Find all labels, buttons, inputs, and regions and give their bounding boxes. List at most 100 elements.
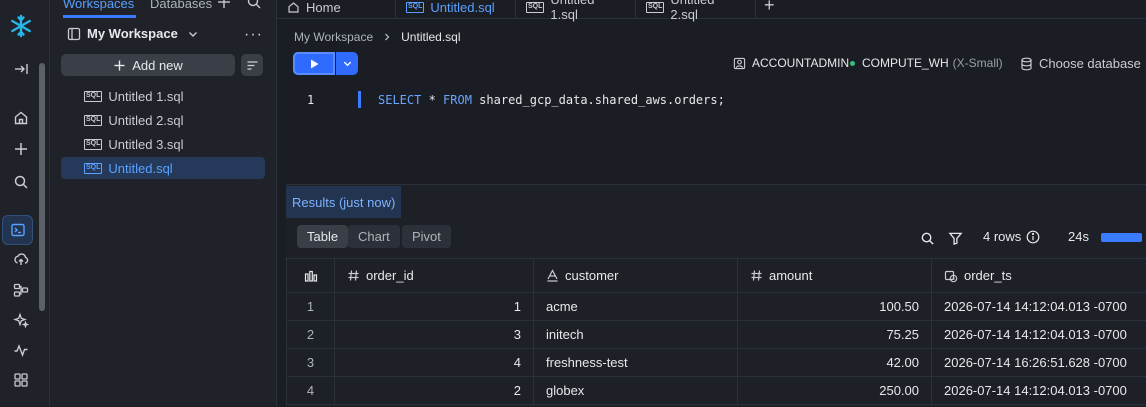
- row-index: 2: [287, 321, 335, 349]
- file-name: Untitled 2.sql: [108, 113, 183, 128]
- file-item-active[interactable]: SQL Untitled.sql: [61, 157, 265, 179]
- results-title-tab[interactable]: Results (just now): [286, 186, 401, 218]
- role-selector[interactable]: ACCOUNTADMIN: [733, 56, 849, 70]
- new-tab-plus-icon[interactable]: +: [764, 0, 775, 16]
- search-icon[interactable]: [8, 169, 34, 195]
- column-selector-header[interactable]: [287, 259, 335, 293]
- column-header-order-id[interactable]: order_id: [335, 259, 534, 293]
- query-duration-bar: [1101, 233, 1142, 242]
- view-tab-chart[interactable]: Chart: [348, 225, 400, 248]
- sql-file-icon: SQL: [84, 139, 102, 150]
- chevron-down-icon: [187, 28, 199, 40]
- file-name: Untitled.sql: [108, 161, 172, 176]
- cell-order-ts[interactable]: 2026-07-14 14:12:04.013 -0700: [932, 293, 1146, 321]
- run-button[interactable]: [293, 52, 335, 75]
- tab-untitled-sql[interactable]: SQL Untitled.sql: [396, 0, 516, 18]
- table-row[interactable]: 2 3 initech 75.25 2026-07-14 14:12:04.01…: [287, 321, 1146, 349]
- plus-icon[interactable]: [8, 136, 34, 162]
- cell-order-ts[interactable]: 2026-07-14 16:26:51.628 -0700: [932, 349, 1146, 377]
- breadcrumb: My Workspace Untitled.sql: [294, 30, 461, 44]
- cell-customer[interactable]: globex: [534, 377, 738, 405]
- ai-ml-icon[interactable]: [8, 307, 34, 333]
- add-new-button[interactable]: Add new: [61, 54, 235, 76]
- sort-lines-icon: [246, 59, 259, 72]
- column-header-customer[interactable]: customer: [534, 259, 738, 293]
- results-table: order_id customer: [286, 258, 1146, 405]
- cell-order-id[interactable]: 4: [335, 349, 534, 377]
- rail-scrollbar[interactable]: [39, 63, 45, 311]
- results-filter-icon[interactable]: [948, 231, 963, 246]
- breadcrumb-workspace[interactable]: My Workspace: [294, 30, 373, 44]
- cell-order-id[interactable]: 1: [335, 293, 534, 321]
- editor-tab-bar: Home SQL Untitled.sql SQL Untitled 1.sql…: [277, 0, 1146, 19]
- panel-search-icon[interactable]: [246, 0, 262, 10]
- row-count: 4 rows: [983, 229, 1040, 244]
- column-header-order-ts[interactable]: order_ts: [932, 259, 1146, 293]
- cell-customer[interactable]: acme: [534, 293, 738, 321]
- tab-label: Untitled 2.sql: [670, 0, 745, 22]
- run-options-button[interactable]: [336, 52, 358, 75]
- data-products-icon[interactable]: [8, 277, 34, 303]
- cell-order-id[interactable]: 2: [335, 377, 534, 405]
- cell-amount[interactable]: 42.00: [738, 349, 932, 377]
- view-tab-table[interactable]: Table: [297, 225, 348, 248]
- table-row[interactable]: 3 4 freshness-test 42.00 2026-07-14 16:2…: [287, 349, 1146, 377]
- cell-order-ts[interactable]: 2026-07-14 14:12:04.013 -0700: [932, 321, 1146, 349]
- cell-customer[interactable]: initech: [534, 321, 738, 349]
- more-options-button[interactable]: ···: [244, 26, 263, 44]
- file-name: Untitled 1.sql: [108, 89, 183, 104]
- file-item[interactable]: SQL Untitled 2.sql: [61, 109, 265, 131]
- worksheets-icon[interactable]: [2, 215, 33, 245]
- collapse-sidebar-icon[interactable]: [8, 56, 34, 82]
- monitoring-icon[interactable]: [8, 337, 34, 363]
- workspace-selector[interactable]: My Workspace: [67, 26, 199, 41]
- file-item[interactable]: SQL Untitled 3.sql: [61, 133, 265, 155]
- results-search-icon[interactable]: [920, 231, 935, 246]
- sql-file-icon: SQL: [526, 2, 544, 13]
- database-selector[interactable]: Choose database: [1020, 56, 1141, 71]
- sql-file-icon: SQL: [84, 115, 102, 126]
- table-header-row: order_id customer: [287, 259, 1146, 293]
- table-row[interactable]: 1 1 acme 100.50 2026-07-14 14:12:04.013 …: [287, 293, 1146, 321]
- cell-amount[interactable]: 250.00: [738, 377, 932, 405]
- active-line-indicator: [358, 91, 361, 108]
- cell-customer[interactable]: freshness-test: [534, 349, 738, 377]
- tab-untitled-2-sql[interactable]: SQL Untitled 2.sql: [636, 0, 756, 18]
- apps-grid-icon[interactable]: [8, 367, 34, 393]
- cell-order-ts[interactable]: 2026-07-14 14:12:04.013 -0700: [932, 377, 1146, 405]
- tab-untitled-1-sql[interactable]: SQL Untitled 1.sql: [516, 0, 636, 18]
- column-name: customer: [565, 268, 618, 283]
- sql-file-icon: SQL: [84, 91, 102, 102]
- workspace-title: My Workspace: [87, 26, 178, 41]
- sort-button[interactable]: [241, 54, 263, 76]
- sql-code-line[interactable]: SELECT * FROM shared_gcp_data.shared_aws…: [378, 93, 725, 107]
- breadcrumb-file: Untitled.sql: [401, 30, 460, 44]
- home-icon[interactable]: [8, 105, 34, 131]
- file-name: Untitled 3.sql: [108, 137, 183, 152]
- tab-label: Untitled 1.sql: [550, 0, 625, 22]
- cell-order-id[interactable]: 3: [335, 321, 534, 349]
- cell-amount[interactable]: 75.25: [738, 321, 932, 349]
- column-chart-icon: [304, 270, 318, 282]
- user-badge-icon: [733, 57, 746, 70]
- active-tab-indicator: [63, 15, 136, 18]
- column-header-amount[interactable]: amount: [738, 259, 932, 293]
- file-item[interactable]: SQL Untitled 1.sql: [61, 85, 265, 107]
- view-tab-pivot[interactable]: Pivot: [402, 225, 451, 248]
- info-icon[interactable]: [1026, 230, 1040, 244]
- warehouse-selector[interactable]: COMPUTE_WH (X-Small): [850, 56, 1003, 70]
- role-name: ACCOUNTADMIN: [752, 56, 849, 70]
- tab-home[interactable]: Home: [277, 0, 396, 18]
- code-token: shared_gcp_data.shared_aws.orders;: [472, 93, 725, 107]
- table-row[interactable]: 4 2 globex 250.00 2026-07-14 14:12:04.01…: [287, 377, 1146, 405]
- data-upload-icon[interactable]: [8, 246, 34, 272]
- snowflake-logo-icon[interactable]: [8, 13, 34, 39]
- workspace-panel: Workspaces Databases My Workspace ··· Ad…: [50, 0, 277, 406]
- column-name: order_ts: [964, 268, 1012, 283]
- tab-workspaces[interactable]: Workspaces: [63, 0, 134, 11]
- code-token: *: [421, 93, 443, 107]
- number-type-icon: [750, 269, 763, 282]
- cell-amount[interactable]: 100.50: [738, 293, 932, 321]
- add-plus-icon[interactable]: [216, 0, 232, 10]
- tab-databases[interactable]: Databases: [150, 0, 212, 11]
